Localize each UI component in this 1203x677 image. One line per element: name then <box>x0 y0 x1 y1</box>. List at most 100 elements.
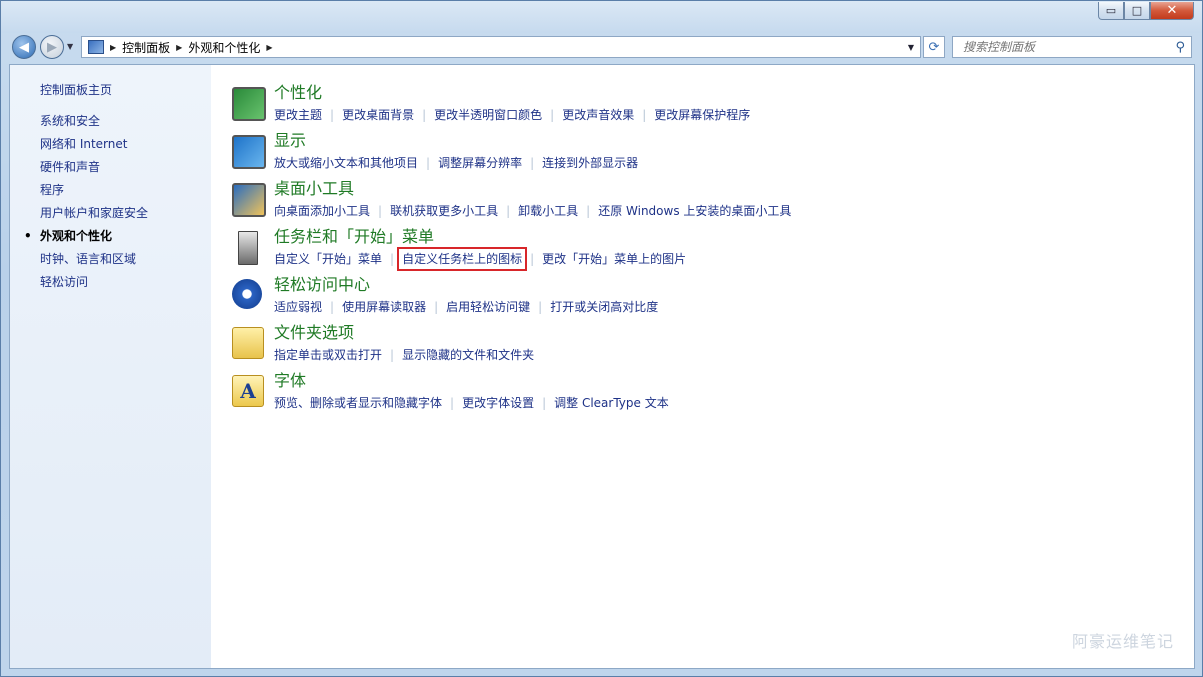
task-link[interactable]: 更改「开始」菜单上的图片 <box>542 252 686 266</box>
close-button[interactable]: ✕ <box>1150 2 1194 20</box>
category-links: 自定义「开始」菜单 | 自定义任务栏上的图标 | 更改「开始」菜单上的图片 <box>274 247 686 271</box>
sidebar-item[interactable]: 系统和安全 <box>40 113 148 136</box>
task-link[interactable]: 更改桌面背景 <box>342 108 414 122</box>
link-divider: | <box>330 300 335 314</box>
task-link[interactable]: 适应弱视 <box>274 300 322 314</box>
task-link[interactable]: 放大或缩小文本和其他项目 <box>274 156 418 170</box>
category-title[interactable]: 字体 <box>274 371 306 391</box>
task-link[interactable]: 连接到外部显示器 <box>542 156 638 170</box>
breadcrumb-control-panel[interactable]: 控制面板 <box>122 39 170 56</box>
link-divider: | <box>434 300 439 314</box>
category-links: 向桌面添加小工具 | 联机获取更多小工具 | 卸载小工具 | 还原 Windows 上安装的… <box>274 202 791 219</box>
display-icon[interactable] <box>232 135 266 169</box>
navigation-bar: ◀ ▶ ▼ ▶ 控制面板 ▶ 外观和个性化 ▶ ▼ ⟳ ⚲ <box>1 33 1202 63</box>
category-item: 任务栏和「开始」菜单 自定义「开始」菜单 | 自定义任务栏上的图标 | 更改「开始」菜单上… <box>228 227 1178 275</box>
search-icon[interactable]: ⚲ <box>1175 40 1185 55</box>
task-link[interactable]: 更改主题 <box>274 108 322 122</box>
category-title[interactable]: 桌面小工具 <box>274 179 354 199</box>
category-title[interactable]: 文件夹选项 <box>274 323 354 343</box>
task-link[interactable]: 联机获取更多小工具 <box>390 204 498 218</box>
caption-buttons: ▭ □ ✕ <box>1098 2 1194 20</box>
link-divider: | <box>506 204 511 218</box>
refresh-icon[interactable]: ⟳ <box>923 36 945 58</box>
personalization-icon[interactable] <box>232 87 266 121</box>
category-links: 预览、删除或者显示和隐藏字体 | 更改字体设置 | 调整 ClearType 文本 <box>274 394 669 411</box>
category-list: 个性化更改主题 | 更改桌面背景 | 更改半透明窗口颜色 | 更改声音效果 | 更改屏幕保护程序… <box>228 83 1178 419</box>
sidebar-item[interactable]: 网络和 Internet <box>40 136 148 159</box>
task-link-customize-taskbar-icons[interactable]: 自定义任务栏上的图标 <box>397 247 528 271</box>
maximize-button[interactable]: □ <box>1124 2 1150 20</box>
sidebar-item[interactable]: 程序 <box>40 182 148 205</box>
content-area: 控制面板主页 系统和安全 网络和 Internet 硬件和声音 程序 用户帐户和家庭安全… <box>9 64 1195 669</box>
category-item: 轻松访问中心适应弱视 | 使用屏幕读取器 | 启用轻松访问键 | 打开或关闭高对比度 <box>228 275 1178 323</box>
gadgets-icon[interactable] <box>232 183 266 217</box>
link-divider: | <box>450 396 455 410</box>
fonts-icon[interactable]: A <box>232 375 264 407</box>
task-link[interactable]: 启用轻松访问键 <box>446 300 530 314</box>
control-panel-icon <box>88 40 104 54</box>
category-item: A 字体预览、删除或者显示和隐藏字体 | 更改字体设置 | 调整 ClearType 文本 <box>228 371 1178 419</box>
breadcrumb-separator-icon[interactable]: ▶ <box>176 43 182 52</box>
title-bar <box>1 1 1202 33</box>
task-link[interactable]: 更改声音效果 <box>562 108 634 122</box>
search-box[interactable]: ⚲ <box>952 36 1192 58</box>
taskbar-icon[interactable] <box>238 231 258 265</box>
minimize-button[interactable]: ▭ <box>1098 2 1124 20</box>
link-divider: | <box>538 300 543 314</box>
breadcrumb-separator-icon[interactable]: ▶ <box>110 43 116 52</box>
sidebar-category-list: 系统和安全网络和 Internet硬件和声音程序用户帐户和家庭安全外观和个性化时… <box>24 113 148 297</box>
sidebar-item[interactable]: 外观和个性化 <box>24 228 148 251</box>
category-item: 文件夹选项指定单击或双击打开 | 显示隐藏的文件和文件夹 <box>228 323 1178 371</box>
task-link[interactable]: 更改屏幕保护程序 <box>654 108 750 122</box>
forward-arrow-icon[interactable]: ▶ <box>40 35 64 59</box>
task-link[interactable]: 打开或关闭高对比度 <box>550 300 658 314</box>
sidebar-item[interactable]: 轻松访问 <box>40 274 148 297</box>
link-divider: | <box>542 396 547 410</box>
task-link[interactable]: 指定单击或双击打开 <box>274 348 382 362</box>
task-link[interactable]: 还原 Windows 上安装的桌面小工具 <box>598 204 791 218</box>
link-divider: | <box>330 108 335 122</box>
sidebar-item[interactable]: 时钟、语言和区域 <box>40 251 148 274</box>
category-title[interactable]: 任务栏和「开始」菜单 <box>274 227 434 247</box>
category-title[interactable]: 个性化 <box>274 83 322 103</box>
category-links: 指定单击或双击打开 | 显示隐藏的文件和文件夹 <box>274 346 534 363</box>
task-link[interactable]: 使用屏幕读取器 <box>342 300 426 314</box>
link-divider: | <box>422 108 427 122</box>
search-input[interactable] <box>961 39 1176 55</box>
task-link[interactable]: 向桌面添加小工具 <box>274 204 370 218</box>
category-item: 桌面小工具向桌面添加小工具 | 联机获取更多小工具 | 卸载小工具 | 还原 Windows… <box>228 179 1178 227</box>
category-item: 显示 放大或缩小文本和其他项目 | 调整屏幕分辨率 | 连接到外部显示器 <box>228 131 1178 179</box>
address-dropdown-icon[interactable]: ▼ <box>908 43 914 52</box>
link-divider: | <box>390 348 395 362</box>
link-divider: | <box>390 252 395 266</box>
category-title[interactable]: 显示 <box>274 131 306 151</box>
sidebar-item[interactable]: 硬件和声音 <box>40 159 148 182</box>
address-bar[interactable]: ▶ 控制面板 ▶ 外观和个性化 ▶ ▼ <box>81 36 921 58</box>
task-link[interactable]: 更改半透明窗口颜色 <box>434 108 542 122</box>
breadcrumb-separator-icon[interactable]: ▶ <box>266 43 272 52</box>
task-link[interactable]: 显示隐藏的文件和文件夹 <box>402 348 534 362</box>
task-link[interactable]: 调整 ClearType 文本 <box>554 396 669 410</box>
category-title[interactable]: 轻松访问中心 <box>274 275 370 295</box>
link-divider: | <box>586 204 591 218</box>
recent-pages-chevron-icon[interactable]: ▼ <box>67 42 73 51</box>
task-link[interactable]: 预览、删除或者显示和隐藏字体 <box>274 396 442 410</box>
task-link[interactable]: 更改字体设置 <box>462 396 534 410</box>
sidebar-home-link[interactable]: 控制面板主页 <box>40 81 112 98</box>
task-link[interactable]: 调整屏幕分辨率 <box>438 156 522 170</box>
category-links: 适应弱视 | 使用屏幕读取器 | 启用轻松访问键 | 打开或关闭高对比度 <box>274 298 658 315</box>
category-links: 放大或缩小文本和其他项目 | 调整屏幕分辨率 | 连接到外部显示器 <box>274 154 638 171</box>
folder-options-icon[interactable] <box>232 327 264 359</box>
category-links: 更改主题 | 更改桌面背景 | 更改半透明窗口颜色 | 更改声音效果 | 更改屏幕保护程序 <box>274 106 750 123</box>
link-divider: | <box>378 204 383 218</box>
ease-of-access-icon[interactable] <box>232 279 262 309</box>
link-divider: | <box>426 156 431 170</box>
sidebar-item[interactable]: 用户帐户和家庭安全 <box>40 205 148 228</box>
breadcrumb-appearance[interactable]: 外观和个性化 <box>188 39 260 56</box>
link-divider: | <box>550 108 555 122</box>
task-link[interactable]: 卸载小工具 <box>518 204 578 218</box>
task-link[interactable]: 自定义「开始」菜单 <box>274 252 382 266</box>
link-divider: | <box>642 108 647 122</box>
back-arrow-icon[interactable]: ◀ <box>12 35 36 59</box>
control-panel-window: ▭ □ ✕ ◀ ▶ ▼ ▶ 控制面板 ▶ 外观和个性化 ▶ ▼ ⟳ ⚲ 控制面板… <box>0 0 1203 677</box>
